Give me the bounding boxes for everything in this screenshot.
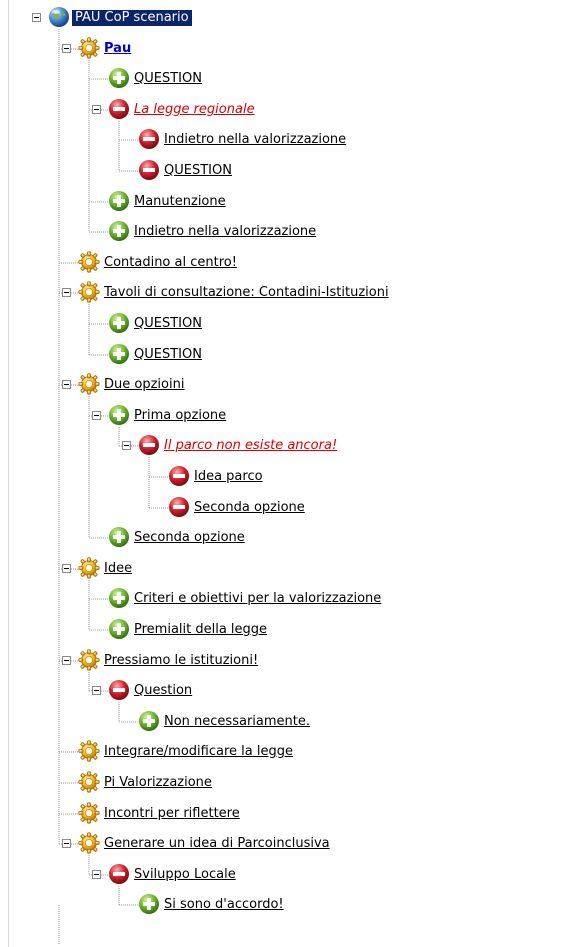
minus-circle-icon[interactable]: [168, 465, 190, 487]
collapse-toggle-icon[interactable]: [62, 564, 71, 573]
tree-node-label[interactable]: Incontri per riflettere: [104, 806, 240, 822]
collapse-toggle-icon[interactable]: [92, 105, 101, 114]
tree-node-label[interactable]: Si sono d'accordo!: [164, 897, 284, 913]
collapse-toggle-icon[interactable]: [62, 288, 71, 297]
tree-node-label[interactable]: Pressiamo le istituzioni!: [104, 653, 258, 669]
tree-node-label[interactable]: Il parco non esiste ancora!: [164, 438, 337, 454]
minus-circle-icon[interactable]: [138, 128, 160, 150]
collapse-toggle-icon[interactable]: [62, 44, 71, 53]
plus-circle-icon[interactable]: [108, 67, 130, 89]
collapse-toggle-icon[interactable]: [62, 656, 71, 665]
plus-circle-icon[interactable]: [138, 893, 160, 915]
tree-node-label[interactable]: Tavoli di consultazione: Contadini-Istit…: [104, 285, 389, 301]
tree-node-label[interactable]: Criteri e obiettivi per la valorizzazion…: [134, 591, 381, 607]
collapse-toggle-icon[interactable]: [92, 686, 101, 695]
minus-circle-icon[interactable]: [108, 679, 130, 701]
tree-node-label[interactable]: Pau: [104, 41, 131, 57]
tree-node-label[interactable]: Idee: [104, 561, 132, 577]
collapse-toggle-icon[interactable]: [92, 870, 101, 879]
collapse-toggle-icon[interactable]: [32, 13, 41, 22]
gear-icon[interactable]: [78, 649, 100, 671]
plus-circle-icon[interactable]: [108, 190, 130, 212]
plus-circle-icon[interactable]: [138, 710, 160, 732]
tree-node-label[interactable]: QUESTION: [164, 163, 232, 179]
discussion-tree: PAU CoP scenario Pau QUESTION La legge regi…: [0, 0, 582, 947]
minus-circle-icon[interactable]: [168, 496, 190, 518]
tree-node-label[interactable]: Question: [134, 683, 192, 699]
gear-icon[interactable]: [78, 557, 100, 579]
gear-icon[interactable]: [78, 37, 100, 59]
tree-node-label[interactable]: Sviluppo Locale: [134, 867, 236, 883]
minus-circle-icon[interactable]: [108, 863, 130, 885]
tree-node-label[interactable]: QUESTION: [134, 71, 202, 87]
tree-node-label[interactable]: Seconda opzione: [194, 500, 305, 516]
tree-node-label[interactable]: Generare un idea di Parcoinclusiva: [104, 836, 330, 852]
tree-node-label[interactable]: Contadino al centro!: [104, 255, 237, 271]
tree-node-label[interactable]: QUESTION: [134, 347, 202, 363]
globe-icon[interactable]: [48, 6, 70, 28]
plus-circle-icon[interactable]: [108, 404, 130, 426]
tree-node-label[interactable]: La legge regionale: [134, 102, 255, 118]
tree-node-label[interactable]: Pi Valorizzazione: [104, 775, 212, 791]
gear-icon[interactable]: [78, 771, 100, 793]
collapse-toggle-icon[interactable]: [122, 441, 131, 450]
tree-node-label[interactable]: Integrare/modificare la legge: [104, 744, 293, 760]
tree-node-label[interactable]: Indietro nella valorizzazione: [134, 224, 316, 240]
collapse-toggle-icon[interactable]: [92, 411, 101, 420]
tree-node-label[interactable]: Seconda opzione: [134, 530, 245, 546]
gear-icon[interactable]: [78, 373, 100, 395]
tree-node-label[interactable]: Manutenzione: [134, 194, 226, 210]
plus-circle-icon[interactable]: [108, 526, 130, 548]
collapse-toggle-icon[interactable]: [62, 839, 71, 848]
tree-node-label[interactable]: Idea parco: [194, 469, 263, 485]
gear-icon[interactable]: [78, 802, 100, 824]
gear-icon[interactable]: [78, 251, 100, 273]
minus-circle-icon[interactable]: [108, 98, 130, 120]
collapse-toggle-icon[interactable]: [62, 380, 71, 389]
plus-circle-icon[interactable]: [108, 312, 130, 334]
tree-node-label[interactable]: Due opzioini: [104, 377, 184, 393]
plus-circle-icon[interactable]: [108, 618, 130, 640]
gear-icon[interactable]: [78, 281, 100, 303]
plus-circle-icon[interactable]: [108, 220, 130, 242]
minus-circle-icon[interactable]: [138, 159, 160, 181]
tree-node-label[interactable]: Premialit della legge: [134, 622, 267, 638]
gear-icon[interactable]: [78, 740, 100, 762]
tree-root-label[interactable]: PAU CoP scenario: [72, 10, 192, 26]
minus-circle-icon[interactable]: [138, 434, 160, 456]
gear-icon[interactable]: [78, 832, 100, 854]
plus-circle-icon[interactable]: [108, 343, 130, 365]
tree-node-label[interactable]: QUESTION: [134, 316, 202, 332]
tree-node-label[interactable]: Indietro nella valorizzazione: [164, 132, 346, 148]
tree-node-label[interactable]: Non necessariamente.: [164, 714, 310, 730]
tree-node-label[interactable]: Prima opzione: [134, 408, 226, 424]
plus-circle-icon[interactable]: [108, 587, 130, 609]
